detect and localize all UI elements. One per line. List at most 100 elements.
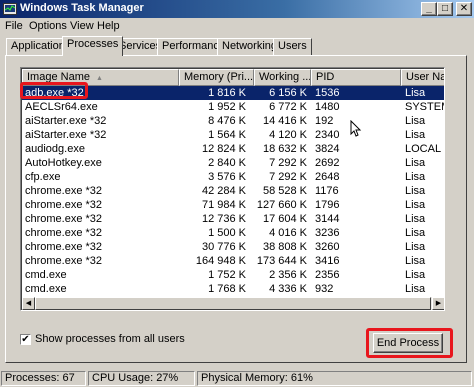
cell-name: chrome.exe *32 — [25, 199, 103, 211]
cell-working: 7 292 K — [269, 171, 307, 183]
scroll-left-icon[interactable]: ◀ — [22, 297, 35, 310]
status-processes: Processes: 67 — [1, 371, 86, 386]
header-memory[interactable]: Memory (Pri... — [179, 69, 254, 86]
horizontal-scrollbar[interactable]: ◀ ▶ — [22, 297, 444, 310]
cell-user: Lisa — [405, 115, 426, 127]
header-working-set[interactable]: Working ... — [254, 69, 311, 86]
cell-memory: 71 984 K — [201, 199, 246, 211]
table-row[interactable]: chrome.exe *32 71 984 K 127 660 K 1796 Lisa — [22, 198, 444, 212]
scroll-right-icon[interactable]: ▶ — [432, 297, 444, 310]
scroll-thumb[interactable] — [35, 297, 431, 310]
cell-working: 7 292 K — [269, 157, 307, 169]
menu-options[interactable]: Options — [29, 20, 67, 32]
table-row[interactable]: audiodg.exe 12 824 K 18 632 K 3824 LOCAL ... — [22, 142, 444, 156]
cell-pid: 2356 — [315, 269, 340, 281]
cell-user: Lisa — [405, 171, 426, 183]
cell-working: 17 604 K — [262, 213, 307, 225]
header-user-name[interactable]: User Na — [401, 69, 444, 86]
cell-name: aiStarter.exe *32 — [25, 129, 107, 141]
window-title: Windows Task Manager — [20, 2, 144, 14]
cell-memory: 164 948 K — [195, 255, 246, 267]
close-button[interactable]: ✕ — [456, 2, 472, 16]
cell-memory: 42 284 K — [201, 185, 246, 197]
cell-working: 18 632 K — [262, 143, 307, 155]
cell-working: 4 016 K — [269, 227, 307, 239]
header-pid[interactable]: PID — [311, 69, 401, 86]
cell-pid: 1480 — [315, 101, 340, 113]
cell-memory: 2 840 K — [208, 157, 246, 169]
cell-pid: 1796 — [315, 199, 340, 211]
show-all-users-checkbox[interactable]: ✔ — [20, 334, 31, 345]
minimize-button[interactable]: _ — [421, 2, 437, 16]
cell-working: 38 808 K — [262, 241, 307, 253]
tab-processes[interactable]: Processes — [62, 36, 124, 56]
table-row[interactable]: chrome.exe *32 42 284 K 58 528 K 1176 Lisa — [22, 184, 444, 198]
table-row[interactable]: chrome.exe *32 1 500 K 4 016 K 3236 Lisa — [22, 226, 444, 240]
cell-name: chrome.exe *32 — [25, 241, 103, 253]
cell-memory: 1 816 K — [208, 87, 246, 99]
menu-view[interactable]: View — [70, 20, 94, 32]
cell-name: cmd.exe — [25, 283, 67, 295]
cell-user: Lisa — [405, 157, 426, 169]
cell-memory: 1 564 K — [208, 129, 246, 141]
cell-name: AutoHotkey.exe — [25, 157, 102, 169]
menu-file[interactable]: File — [5, 20, 23, 32]
cell-memory: 3 576 K — [208, 171, 246, 183]
cell-pid: 1176 — [315, 185, 339, 197]
table-row[interactable]: chrome.exe *32 30 776 K 38 808 K 3260 Lisa — [22, 240, 444, 254]
table-row[interactable]: aiStarter.exe *32 1 564 K4 120 K 2340 Lisa — [22, 128, 444, 142]
table-row[interactable]: cfp.exe 3 576 K 7 292 K 2648 Lisa — [22, 170, 444, 184]
cell-working: 2 356 K — [269, 269, 307, 281]
cell-user: Lisa — [405, 255, 426, 267]
cell-user: LOCAL ... — [405, 143, 444, 155]
status-cpu-usage: CPU Usage: 27% — [88, 371, 195, 386]
process-list[interactable]: Image Name ▲ Memory (Pri... Working ... P… — [20, 67, 445, 311]
table-row[interactable]: AutoHotkey.exe 2 840 K 7 292 K 2692 Lisa — [22, 156, 444, 170]
cell-user: Lisa — [405, 185, 426, 197]
table-row[interactable]: chrome.exe *32 12 736 K 17 604 K 3144 Lisa — [22, 212, 444, 226]
menu-bar: File Options View Help — [0, 18, 474, 35]
cell-memory: 8 476 K — [208, 115, 246, 127]
cell-working: 173 644 K — [256, 255, 307, 267]
cell-pid: 2648 — [315, 171, 340, 183]
cell-memory: 1 752 K — [208, 269, 246, 281]
cell-working: 6 772 K — [269, 101, 307, 113]
status-physical-memory: Physical Memory: 61% — [197, 371, 472, 386]
table-row[interactable]: chrome.exe *32 164 948 K 173 644 K 3416 Lisa — [22, 254, 444, 268]
cell-pid: 2692 — [315, 157, 340, 169]
show-all-users-label: Show processes from all users — [35, 333, 185, 345]
annotation-highlight-adb — [20, 82, 88, 99]
cell-user: Lisa — [405, 87, 426, 99]
tab-users[interactable]: Users — [273, 38, 312, 55]
cell-memory: 30 776 K — [201, 241, 246, 253]
cell-pid: 3144 — [315, 213, 340, 225]
mouse-cursor-icon — [350, 120, 362, 137]
cell-user: Lisa — [405, 227, 426, 239]
cell-name: chrome.exe *32 — [25, 213, 103, 225]
cell-memory: 12 736 K — [201, 213, 246, 225]
table-row[interactable]: cmd.exe 1 752 K 2 356 K 2356 Lisa — [22, 268, 444, 282]
cell-pid: 3416 — [315, 255, 340, 267]
cell-name: chrome.exe *32 — [25, 255, 103, 267]
task-manager-icon — [3, 3, 17, 15]
table-row[interactable]: cmd.exe 1 768 K 4 336 K 932 Lisa — [22, 282, 444, 296]
task-manager-window: Windows Task Manager _ □ ✕ File Options … — [0, 0, 474, 387]
cell-name: AECLSr64.exe — [25, 101, 98, 113]
menu-help[interactable]: Help — [97, 20, 120, 32]
cell-user: Lisa — [405, 129, 426, 141]
cell-working: 4 120 K — [269, 129, 307, 141]
table-row[interactable]: aiStarter.exe *32 8 476 K 14 416 K 192 Lisa — [22, 114, 444, 128]
process-rows: adb.exe *32 1 816 K6 156 K 1536 Lisa AECLSr6… — [22, 86, 444, 310]
cell-pid: 1536 — [315, 87, 340, 99]
cell-name: chrome.exe *32 — [25, 185, 103, 197]
title-bar[interactable]: Windows Task Manager _ □ ✕ — [0, 0, 474, 18]
status-bar: Processes: 67 CPU Usage: 27% Physical Me… — [0, 369, 474, 387]
cell-user: Lisa — [405, 269, 426, 281]
cell-user: Lisa — [405, 283, 426, 295]
maximize-button[interactable]: □ — [437, 2, 453, 16]
cell-pid: 3824 — [315, 143, 340, 155]
cell-memory: 12 824 K — [201, 143, 246, 155]
cell-working: 6 156 K — [269, 87, 307, 99]
cell-name: cmd.exe — [25, 269, 67, 281]
table-row[interactable]: AECLSr64.exe 1 952 K 6 772 K 1480 SYSTEM — [22, 100, 444, 114]
